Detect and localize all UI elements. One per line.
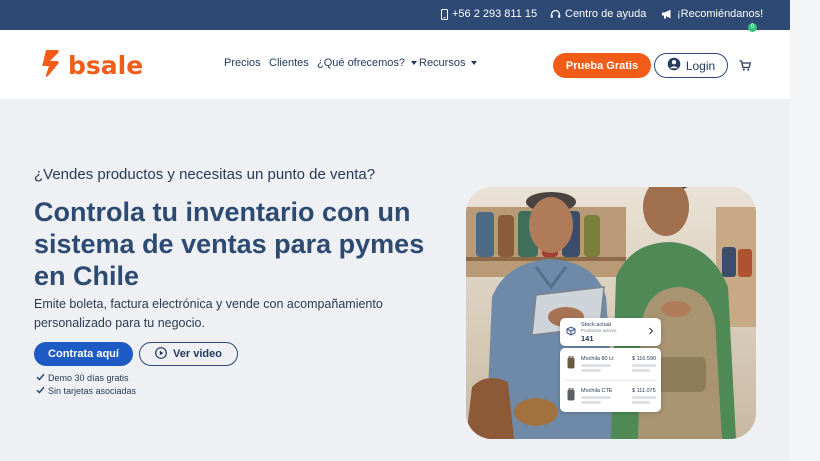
product-row[interactable]: Mochila 80 Lt $ 116.590 [560,348,661,380]
phone-number: +56 2 293 811 15 [452,8,538,20]
placeholder-bar [632,369,650,372]
nav-que-ofrecemos[interactable]: ¿Qué ofrecemos? [317,57,418,69]
placeholder-bar [632,364,656,367]
chevron-right-icon [648,327,654,337]
nav-recursos[interactable]: Recursos [419,57,478,69]
chevron-down-icon [471,61,478,65]
backpack-thumbnail-icon [567,355,575,371]
user-icon [667,57,681,74]
headset-icon [550,9,561,20]
placeholder-bar [581,364,611,367]
placeholder-bar [632,401,650,404]
chevron-down-icon [411,61,418,65]
placeholder-bar [581,369,601,372]
free-trial-button[interactable]: Prueba Gratis [553,53,651,78]
bsale-logo-icon [40,48,62,83]
phone-icon [441,8,448,20]
placeholder-bar [581,396,611,399]
watch-video-label: Ver video [173,348,222,360]
check-item: Sin tarjetas asociadas [36,386,136,396]
site-header: bsale Precios Clientes ¿Qué ofrecemos? R… [0,30,790,99]
login-button[interactable]: Login [654,53,728,78]
bsale-logo[interactable]: bsale [40,48,143,83]
cart-count-badge: 0 [748,23,757,32]
recommend-label: ¡Recomiéndanos! [677,8,764,20]
contract-button[interactable]: Contrata aquí [34,342,133,366]
stock-value: 141 [581,334,594,343]
product-price: $ 116.590 [632,356,657,362]
backpack-thumbnail-icon [567,387,575,403]
cart-button[interactable] [739,58,752,76]
free-trial-label: Prueba Gratis [565,59,639,72]
help-center-label: Centro de ayuda [565,8,647,20]
nav-label: Clientes [269,57,309,69]
stock-subtitle: Productos activos [581,328,617,333]
hero-kicker: ¿Vendes productos y necesitas un punto d… [34,166,376,183]
recommend-link[interactable]: ¡Recomiéndanos! [661,8,763,20]
play-icon [155,346,167,362]
checkmark-icon [36,386,45,396]
placeholder-bar [632,396,656,399]
placeholder-bar [581,401,601,404]
nav-precios[interactable]: Precios [224,57,261,69]
nav-label: Recursos [419,57,466,69]
nav-label: ¿Qué ofrecemos? [317,57,406,69]
check-label: Demo 30 días gratis [48,373,129,383]
check-label: Sin tarjetas asociadas [48,386,137,396]
product-list-card: Mochila 80 Lt $ 116.590 Mochila CTE $ 11… [560,348,661,412]
hero-headline: Controla tu inventario con un sistema de… [34,197,425,291]
nav-clientes[interactable]: Clientes [269,57,309,69]
login-label: Login [685,58,716,73]
product-price: $ 111.075 [632,388,656,394]
cart-icon [739,58,752,75]
hero-subtext: Emite boleta, factura electrónica y vend… [34,297,383,330]
nav-label: Precios [224,57,261,69]
watch-video-button[interactable]: Ver video [139,342,238,366]
product-row[interactable]: Mochila CTE $ 111.075 [560,381,661,412]
phone-link[interactable]: +56 2 293 811 15 [441,8,537,20]
top-bar: +56 2 293 811 15 Centro de ayuda ¡Recomi… [0,0,790,30]
product-name: Mochila CTE [581,388,613,394]
check-item: Demo 30 días gratis [36,373,129,383]
contract-label: Contrata aquí [48,348,119,360]
product-name: Mochila 80 Lt [581,356,614,362]
megaphone-icon [661,9,673,19]
page-scroll-gutter [790,0,820,461]
box-icon [566,326,576,338]
logo-wordmark: bsale [68,51,144,80]
stock-card[interactable]: Stock actual Productos activos 141 [560,318,661,346]
checkmark-icon [36,373,45,383]
help-center-link[interactable]: Centro de ayuda [550,8,646,20]
